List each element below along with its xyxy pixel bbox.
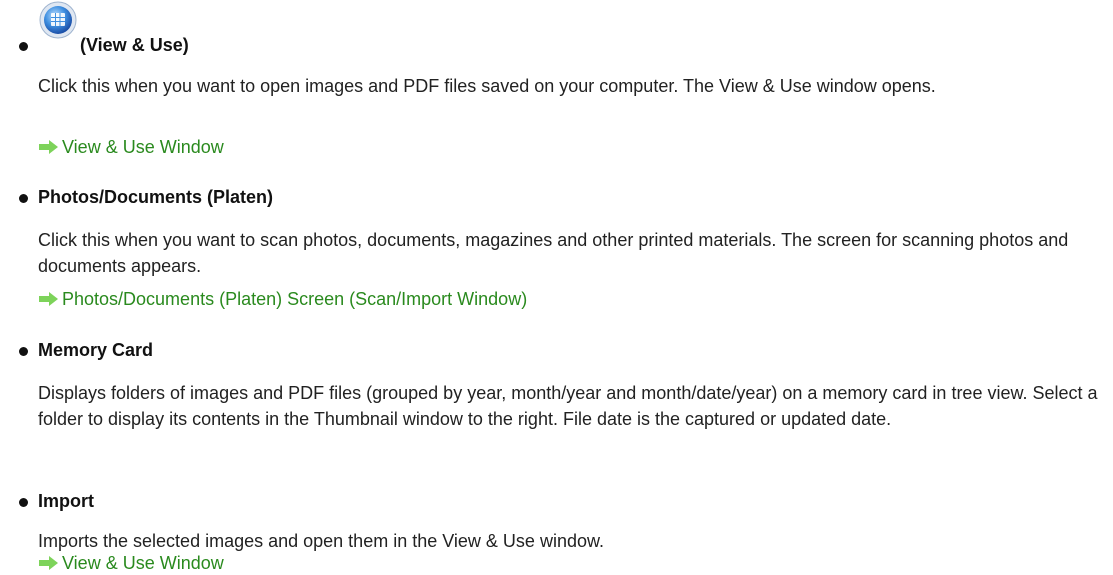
item-heading: Import xyxy=(38,491,94,511)
bullet xyxy=(19,194,28,203)
photos-documents-screen-link[interactable]: Photos/Documents (Platen) Screen (Scan/I… xyxy=(38,288,527,310)
item-heading: Photos/Documents (Platen) xyxy=(38,187,274,207)
item-description: Imports the selected images and open the… xyxy=(38,531,604,551)
bullet xyxy=(19,347,28,356)
item-heading: Memory Card xyxy=(38,340,154,360)
item-heading: (View & Use) xyxy=(80,35,189,55)
arrow-right-icon xyxy=(39,292,58,306)
link-label: View & Use Window xyxy=(62,553,224,573)
view-and-use-icon[interactable] xyxy=(38,0,78,40)
view-and-use-window-link[interactable]: View & Use Window xyxy=(38,552,224,574)
bullet xyxy=(19,498,28,507)
arrow-right-icon xyxy=(39,140,58,154)
item-description: Click this when you want to open images … xyxy=(38,76,936,96)
link-label: View & Use Window xyxy=(62,137,224,157)
link-label: Photos/Documents (Platen) Screen (Scan/I… xyxy=(62,289,528,309)
bullet xyxy=(19,42,28,51)
arrow-right-icon xyxy=(39,556,58,570)
view-and-use-window-link[interactable]: View & Use Window xyxy=(38,136,224,158)
item-description: Displays folders of images and PDF files… xyxy=(38,383,1098,429)
item-description: Click this when you want to scan photos,… xyxy=(38,230,1069,276)
